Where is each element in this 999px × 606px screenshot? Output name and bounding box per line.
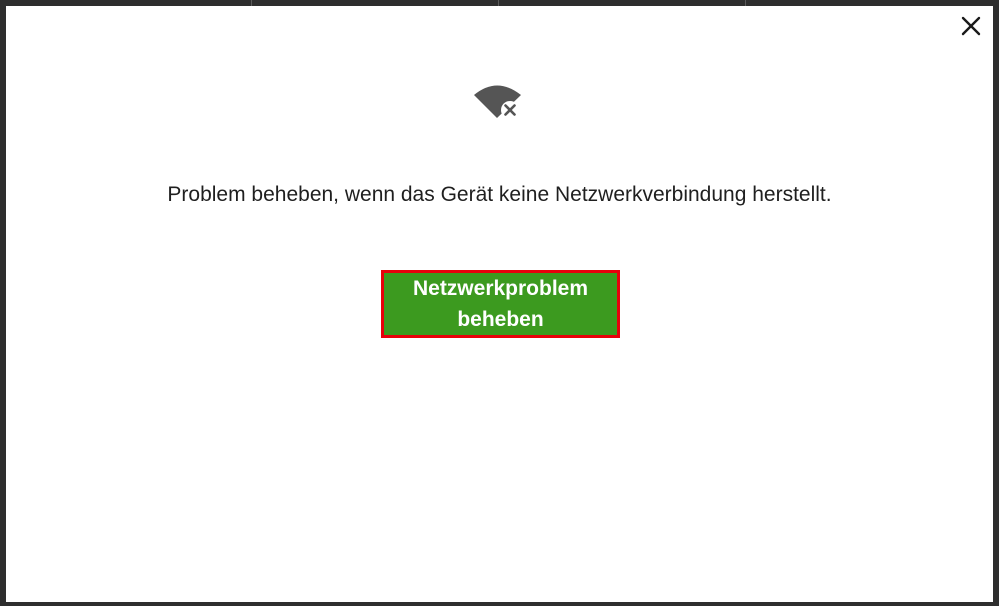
problem-description: Problem beheben, wenn das Gerät keine Ne…	[167, 183, 832, 206]
close-icon	[961, 16, 981, 36]
fix-network-problem-button[interactable]: Netzwerkproblem beheben	[381, 270, 620, 338]
network-troubleshoot-dialog: Problem beheben, wenn das Gerät keine Ne…	[6, 6, 993, 602]
wifi-disconnected-icon	[471, 82, 525, 122]
fix-network-problem-label: Netzwerkproblem beheben	[412, 277, 589, 331]
close-button[interactable]	[957, 12, 985, 40]
